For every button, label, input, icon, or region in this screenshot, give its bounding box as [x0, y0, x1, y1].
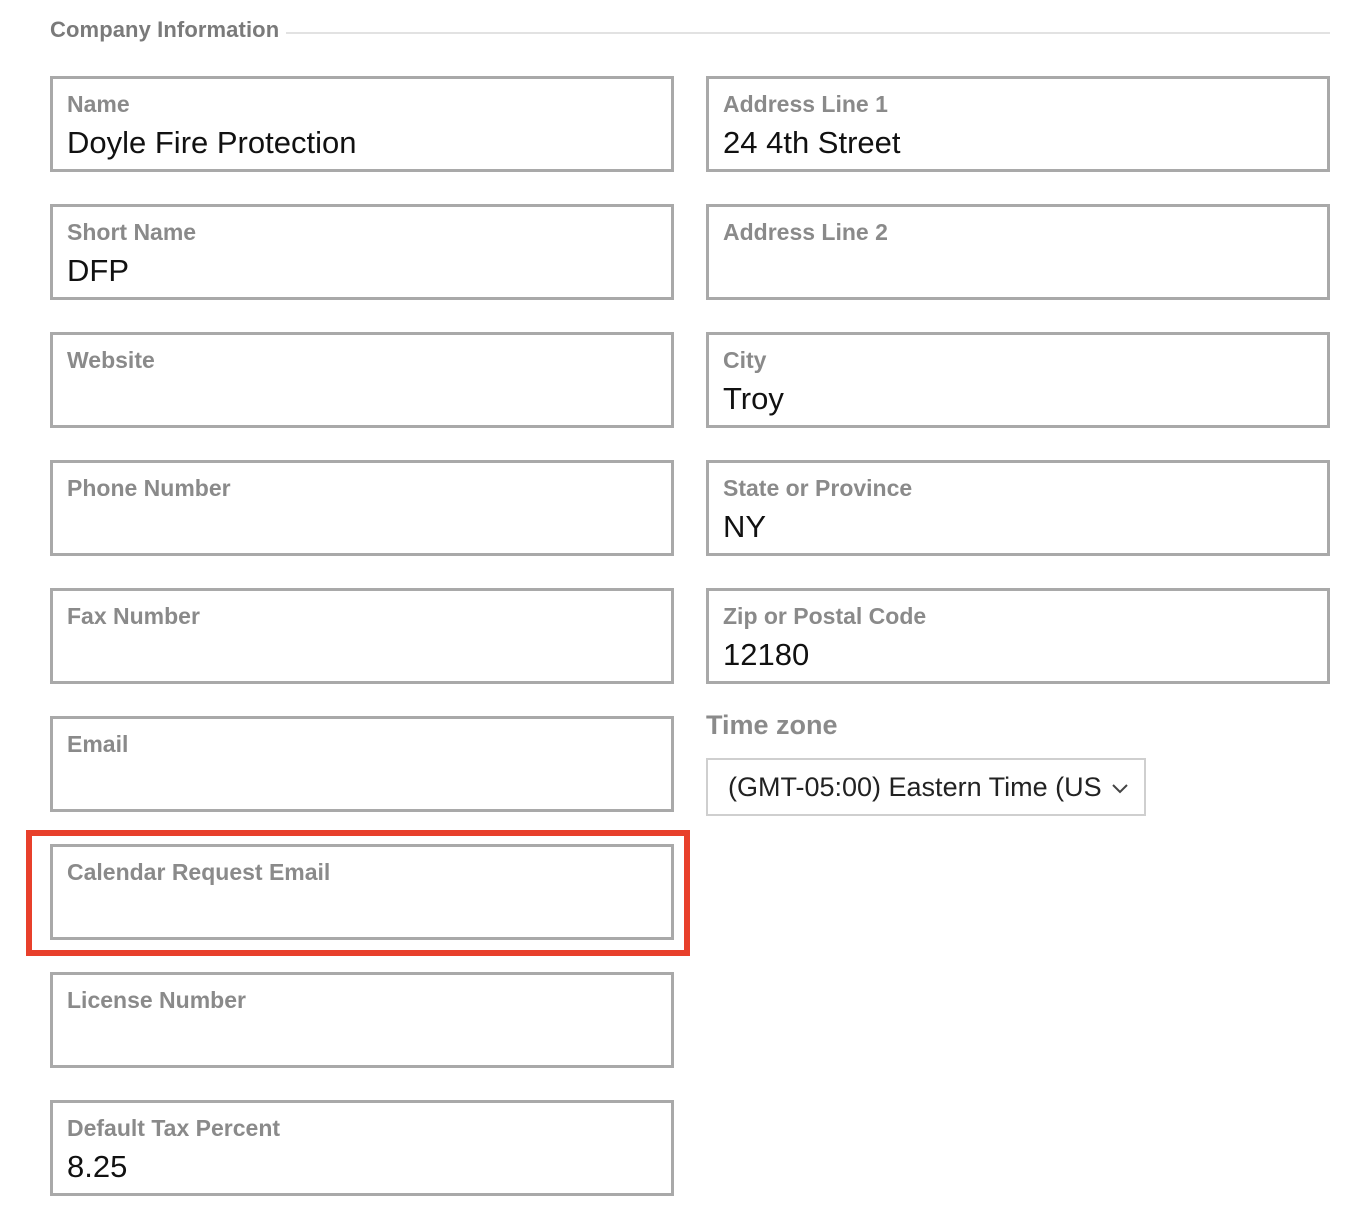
chevron-down-icon: [1112, 784, 1128, 794]
state-or-province-label: State or Province: [723, 475, 913, 501]
website-label: Website: [67, 347, 155, 373]
state-or-province-value[interactable]: NY: [723, 509, 766, 545]
short-name-value[interactable]: DFP: [67, 253, 129, 289]
city-value[interactable]: Troy: [723, 381, 784, 417]
section-title: Company Information: [50, 17, 280, 42]
zip-or-postal-code-value[interactable]: 12180: [723, 637, 809, 673]
section-divider: [286, 32, 1330, 34]
time-zone-selected-value: (GMT-05:00) Eastern Time (US & Canada): [728, 772, 1102, 802]
fax-number-label: Fax Number: [67, 603, 200, 629]
calendar-request-email-label: Calendar Request Email: [67, 859, 331, 885]
email-field[interactable]: Email: [50, 716, 674, 812]
name-value[interactable]: Doyle Fire Protection: [67, 125, 356, 161]
city-field[interactable]: City Troy: [706, 332, 1330, 428]
time-zone-label: Time zone: [706, 710, 838, 740]
address-line-2-field[interactable]: Address Line 2: [706, 204, 1330, 300]
license-number-label: License Number: [67, 987, 246, 1013]
fax-number-field[interactable]: Fax Number: [50, 588, 674, 684]
address-line-2-label: Address Line 2: [723, 219, 888, 245]
city-label: City: [723, 347, 767, 373]
zip-or-postal-code-label: Zip or Postal Code: [723, 603, 927, 629]
website-field[interactable]: Website: [50, 332, 674, 428]
address-line-1-value[interactable]: 24 4th Street: [723, 125, 901, 161]
default-tax-percent-field[interactable]: Default Tax Percent 8.25: [50, 1100, 674, 1196]
address-line-1-field[interactable]: Address Line 1 24 4th Street: [706, 76, 1330, 172]
name-label: Name: [67, 91, 130, 117]
default-tax-percent-value[interactable]: 8.25: [67, 1149, 127, 1185]
short-name-field[interactable]: Short Name DFP: [50, 204, 674, 300]
email-label: Email: [67, 731, 129, 757]
zip-or-postal-code-field[interactable]: Zip or Postal Code 12180: [706, 588, 1330, 684]
phone-number-label: Phone Number: [67, 475, 231, 501]
address-line-1-label: Address Line 1: [723, 91, 888, 117]
default-tax-percent-label: Default Tax Percent: [67, 1115, 281, 1141]
time-zone-select[interactable]: (GMT-05:00) Eastern Time (US & Canada): [706, 758, 1146, 816]
section-header: Company Information: [50, 14, 1330, 46]
name-field[interactable]: Name Doyle Fire Protection: [50, 76, 674, 172]
calendar-request-email-field[interactable]: Calendar Request Email: [50, 844, 674, 940]
license-number-field[interactable]: License Number: [50, 972, 674, 1068]
short-name-label: Short Name: [67, 219, 197, 245]
state-or-province-field[interactable]: State or Province NY: [706, 460, 1330, 556]
phone-number-field[interactable]: Phone Number: [50, 460, 674, 556]
